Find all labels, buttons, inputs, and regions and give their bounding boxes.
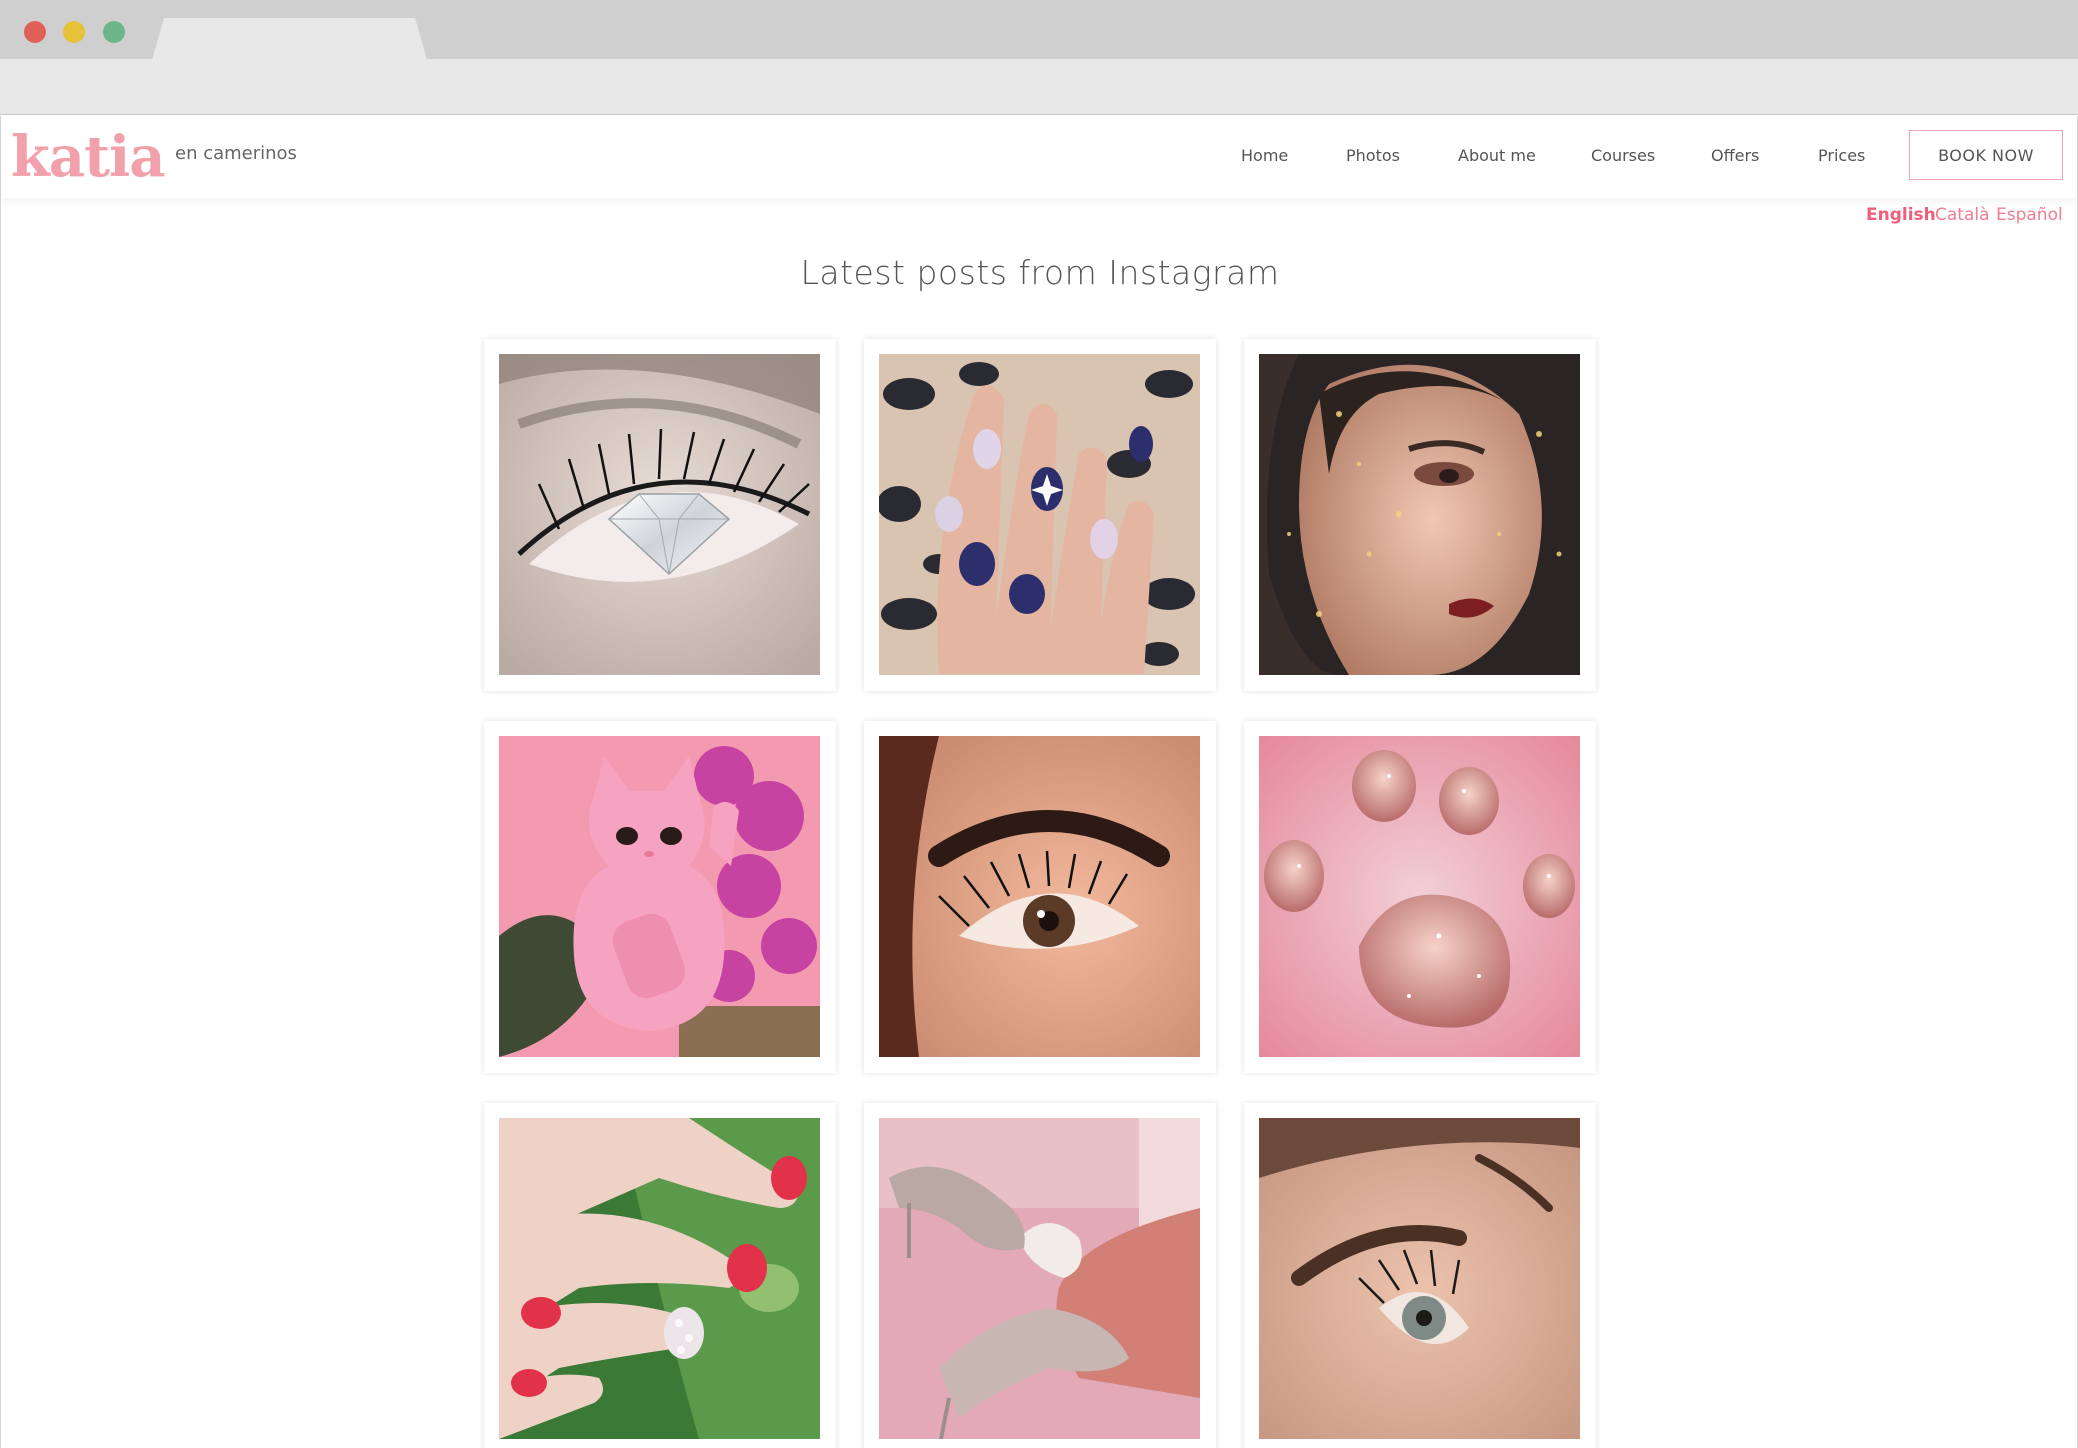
lang-espanol[interactable]: Español bbox=[1996, 205, 2063, 225]
browser-titlebar bbox=[0, 0, 2078, 59]
browser-tab[interactable] bbox=[152, 18, 427, 60]
instagram-post[interactable] bbox=[864, 1103, 1216, 1448]
instagram-post[interactable] bbox=[1244, 339, 1596, 691]
instagram-post[interactable] bbox=[1244, 1103, 1596, 1448]
post-photo-lash-lift bbox=[1259, 1118, 1580, 1439]
nav-prices[interactable]: Prices bbox=[1818, 146, 1865, 165]
nav-courses[interactable]: Courses bbox=[1591, 146, 1655, 165]
minimize-window-icon[interactable] bbox=[63, 21, 85, 43]
post-photo-glitter-paw bbox=[1259, 736, 1580, 1057]
site-logo[interactable]: katia bbox=[11, 122, 166, 192]
lang-catala[interactable]: Català bbox=[1935, 205, 1990, 225]
nav-photos[interactable]: Photos bbox=[1346, 146, 1400, 165]
browser-toolbar bbox=[0, 59, 2078, 115]
post-photo-lucky-cat bbox=[499, 736, 820, 1057]
site-header: katia en camerinos Home Photos About me … bbox=[1, 116, 2077, 198]
site-tagline: en camerinos bbox=[175, 143, 297, 164]
instagram-post[interactable] bbox=[484, 721, 836, 1073]
section-title: Latest posts from Instagram bbox=[800, 253, 1280, 292]
lang-english[interactable]: English bbox=[1866, 205, 1936, 225]
post-photo-glitter-heels bbox=[879, 1118, 1200, 1439]
instagram-post[interactable] bbox=[864, 339, 1216, 691]
instagram-post[interactable] bbox=[484, 339, 836, 691]
post-photo-eyelash-closeup bbox=[879, 736, 1200, 1057]
instagram-post[interactable] bbox=[1244, 721, 1596, 1073]
instagram-post[interactable] bbox=[864, 721, 1216, 1073]
nav-home[interactable]: Home bbox=[1241, 146, 1288, 165]
nav-offers[interactable]: Offers bbox=[1711, 146, 1759, 165]
instagram-post[interactable] bbox=[484, 1103, 836, 1448]
close-window-icon[interactable] bbox=[24, 21, 46, 43]
post-photo-makeup-portrait bbox=[1259, 354, 1580, 675]
post-photo-red-nails bbox=[499, 1118, 820, 1439]
post-photo-navy-nails bbox=[879, 354, 1200, 675]
web-page: katia en camerinos Home Photos About me … bbox=[0, 116, 2078, 1448]
book-now-button[interactable]: BOOK NOW bbox=[1909, 130, 2063, 180]
maximize-window-icon[interactable] bbox=[103, 21, 125, 43]
nav-about-me[interactable]: About me bbox=[1458, 146, 1536, 165]
post-photo-eye-diamond bbox=[499, 354, 820, 675]
